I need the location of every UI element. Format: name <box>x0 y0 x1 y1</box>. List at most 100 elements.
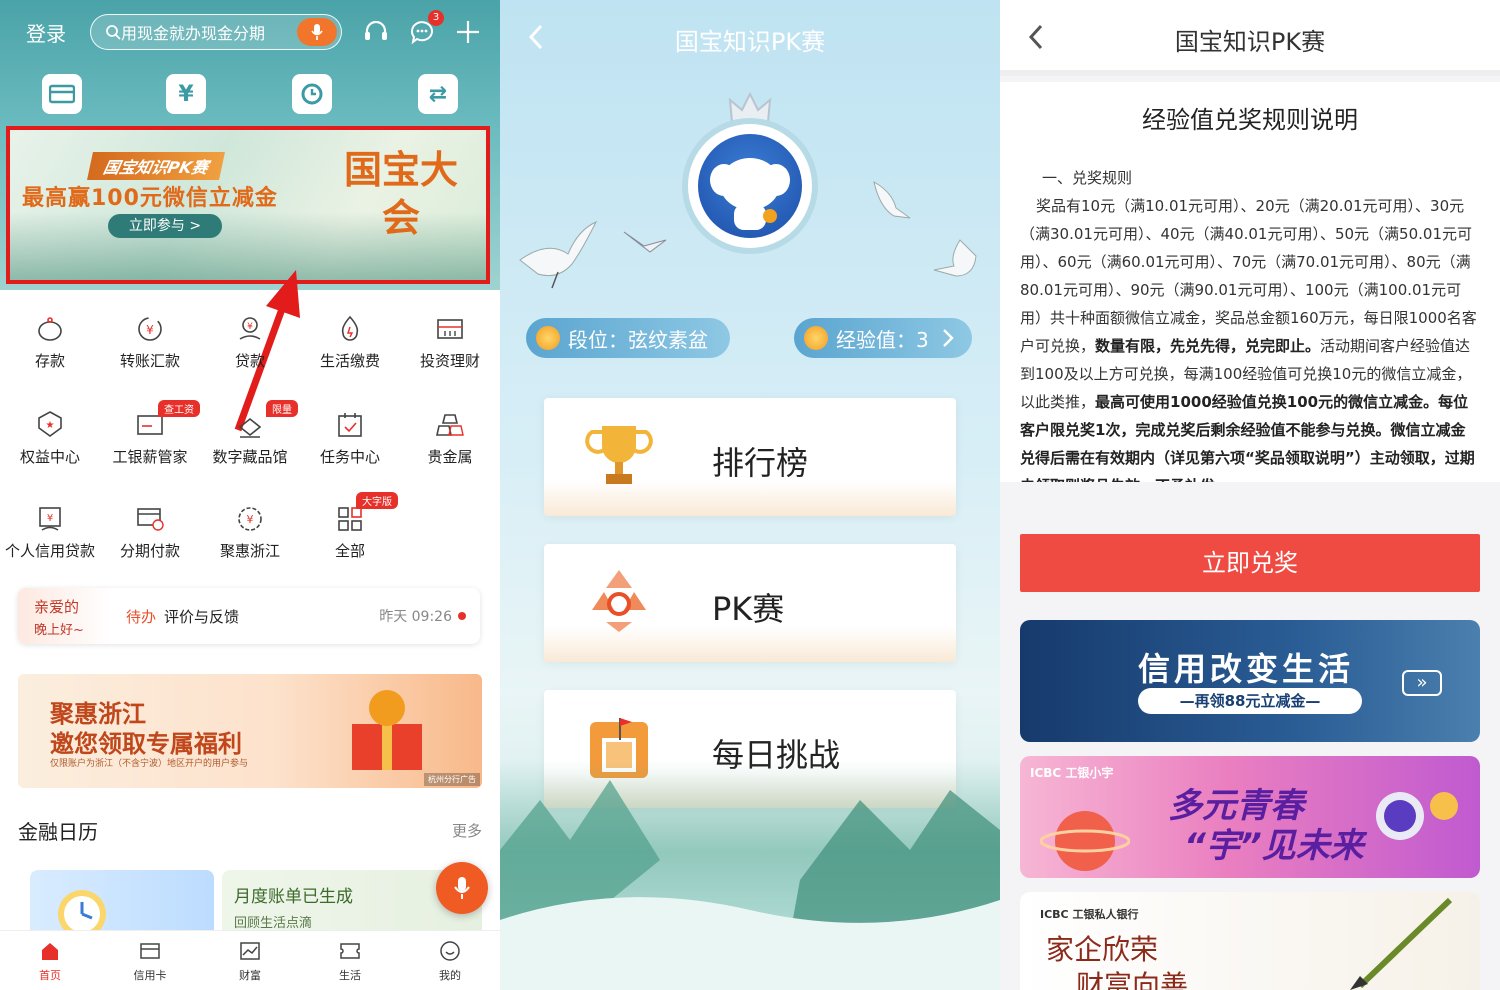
redeem-now-button[interactable]: 立即兑奖 <box>1020 534 1480 592</box>
svg-text:¥: ¥ <box>146 323 154 337</box>
grid-label: 聚惠浙江 <box>219 542 280 560</box>
svg-text:¥: ¥ <box>247 322 253 332</box>
youth-ad-banner[interactable]: ICBC 工银小宇 多元青春 “宇”见未来 <box>1020 756 1480 878</box>
grid-label: 数字藏品馆 <box>212 448 288 466</box>
grid-label: 个人信用贷款 <box>4 542 95 560</box>
rank-pill: 段位：弦纹素盆 <box>526 318 730 358</box>
grid-label: 存款 <box>34 352 65 370</box>
grid-all[interactable]: 全部 大字版 <box>300 492 400 561</box>
home-icon <box>38 939 62 963</box>
grid-tasks[interactable]: 任务中心 <box>300 410 400 467</box>
crane-bird-icon <box>873 181 911 219</box>
unread-dot <box>458 612 466 620</box>
grid-label: 全部 <box>334 542 365 560</box>
grid-deposit[interactable]: 存款 <box>0 314 100 371</box>
tab-life[interactable]: 生活 <box>320 939 380 983</box>
grid-transfer[interactable]: ¥ 转账汇款 <box>100 314 200 371</box>
grid-zhejiang[interactable]: ¥ 聚惠浙江 <box>200 504 300 561</box>
ad-line2: “宇”见未来 <box>1184 826 1364 866</box>
rules-panel: 经验值兑奖规则说明 一、兑奖规则 奖品有10元（满10.01元可用）、20元（满… <box>1000 82 1500 482</box>
microphone-icon <box>454 877 470 899</box>
collectible-icon <box>235 410 265 440</box>
page-title: 国宝知识PK赛 <box>674 28 826 56</box>
private-banking-ad-banner[interactable]: ICBC 工银私人银行 家企欣荣 财富向善 <box>1020 892 1480 990</box>
planet-icon <box>1040 811 1130 871</box>
yen-card-icon: ¥ <box>35 504 65 534</box>
chevron-right-icon <box>943 329 954 347</box>
tab-wealth[interactable]: 财富 <box>220 939 280 983</box>
grid-metals[interactable]: 贵金属 <box>400 410 500 467</box>
user-avatar[interactable] <box>688 124 812 248</box>
bottom-tab-bar: 首页 信用卡 财富 生活 我的 <box>0 930 500 990</box>
tab-label: 财富 <box>239 969 261 982</box>
bill-title: 月度账单已生成 <box>234 887 353 907</box>
grid-label: 生活缴费 <box>319 352 380 370</box>
smile-icon <box>438 939 462 963</box>
svg-text:★: ★ <box>46 420 55 431</box>
pk-match-card[interactable]: PK赛 <box>544 544 956 662</box>
crane-bird-icon <box>623 231 667 253</box>
grid-tag: 限量 <box>266 400 298 417</box>
todo-card[interactable]: 亲爱的 晚上好~ 待办 评价与反馈 昨天 09:26 <box>18 588 480 644</box>
promo-ad-label: 杭州分行广告 <box>424 773 480 786</box>
voice-assistant-button[interactable] <box>436 862 488 914</box>
grid-label: 投资理财 <box>419 352 480 370</box>
tab-credit-card[interactable]: 信用卡 <box>120 939 180 983</box>
gift-box-icon <box>352 690 422 770</box>
flame-icon <box>335 314 365 344</box>
promo-line2: 邀您领取专属福利 <box>50 730 242 758</box>
pk-contest-home-screen: 国宝知识PK赛 段位：弦纹素盆 经验值：3 排行榜 PK赛 每日挑战 <box>500 0 1000 990</box>
tab-label: 我的 <box>439 969 461 982</box>
grid-utility[interactable]: 生活缴费 <box>300 314 400 371</box>
grid-label: 分期付款 <box>119 542 180 560</box>
credit-ad-banner[interactable]: 信用改变生活 —再领88元立减金— » <box>1020 620 1480 742</box>
piggy-bank-icon <box>35 314 65 344</box>
ad-logo: ICBC 工银私人银行 <box>1040 908 1139 921</box>
mountain-landscape <box>500 760 1000 990</box>
zhejiang-promo-banner[interactable]: 聚惠浙江 邀您领取专属福利 仅限账户为浙江（不含宁波）地区开户的用户参与 杭州分… <box>18 674 482 788</box>
bill-subtitle: 回顾生活点滴 <box>234 916 313 931</box>
tab-home[interactable]: 首页 <box>20 939 80 983</box>
leaderboard-card[interactable]: 排行榜 <box>544 398 956 516</box>
crane-bird-icon <box>933 239 977 277</box>
ad-title: 信用改变生活 <box>1138 650 1355 688</box>
navigation-bar: 国宝知识PK赛 <box>1000 0 1500 76</box>
ticket-icon <box>338 939 362 963</box>
grid-label: 贷款 <box>234 352 265 370</box>
crown-icon <box>728 92 772 123</box>
grid-loan[interactable]: ¥ 贷款 <box>200 314 300 371</box>
todo-type: 待办 <box>126 608 157 626</box>
greeting-block: 亲爱的 晚上好~ <box>18 588 112 644</box>
promo-note: 仅限账户为浙江（不含宁波）地区开户的用户参与 <box>50 759 249 769</box>
grid-credit-loan[interactable]: ¥ 个人信用贷款 <box>0 504 100 561</box>
rules-title: 经验值兑奖规则说明 <box>1142 106 1358 134</box>
tab-label: 生活 <box>339 969 361 982</box>
diamond-icon <box>804 326 828 350</box>
experience-pill[interactable]: 经验值：3 <box>794 318 972 358</box>
todo-text: 评价与反馈 <box>164 608 240 626</box>
grid-installment[interactable]: 分期付款 <box>100 504 200 561</box>
pk-icon <box>592 570 646 632</box>
grid-label: 任务中心 <box>319 448 380 466</box>
ad-logo: ICBC 工银小宇 <box>1030 766 1114 780</box>
grid-nft[interactable]: 数字藏品馆 限量 <box>200 400 300 467</box>
installment-card-icon <box>135 504 165 534</box>
more-link[interactable]: 更多 <box>452 820 482 841</box>
grid-label: 工银薪管家 <box>112 448 188 466</box>
credit-card-icon <box>138 939 162 963</box>
redeem-rules-screen: 国宝知识PK赛 经验值兑奖规则说明 一、兑奖规则 奖品有10元（满10.01元可… <box>1000 0 1500 990</box>
grid-salary[interactable]: 工银薪管家 查工资 <box>100 400 200 467</box>
yen-circle-icon: ¥ <box>135 314 165 344</box>
rank-badge-icon <box>536 326 560 350</box>
grid-rights[interactable]: ★ 权益中心 <box>0 410 100 467</box>
brush-icon <box>1350 897 1453 990</box>
double-chevron-icon: » <box>1402 670 1442 696</box>
ad-line2: 财富向善 <box>1076 969 1189 990</box>
page-title: 国宝知识PK赛 <box>1174 28 1326 56</box>
tab-mine[interactable]: 我的 <box>420 939 480 983</box>
tab-label: 信用卡 <box>133 969 167 982</box>
svg-text:¥: ¥ <box>247 513 254 526</box>
grid-invest[interactable]: 投资理财 <box>400 314 500 371</box>
grid-label: 转账汇款 <box>119 352 180 370</box>
astronaut-icon <box>1376 792 1458 840</box>
